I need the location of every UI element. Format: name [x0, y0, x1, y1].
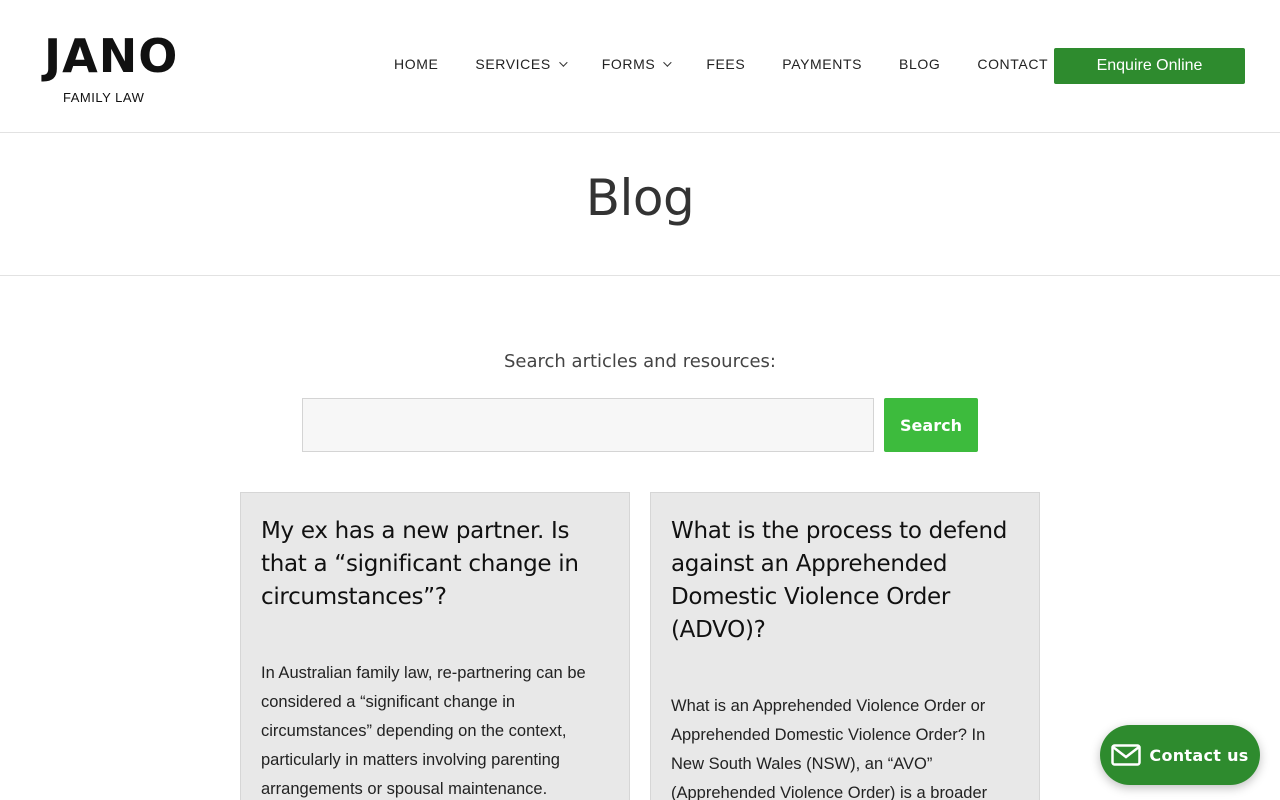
post-title[interactable]: My ex has a new partner. Is that a “sign… — [261, 515, 609, 614]
chevron-down-icon — [558, 58, 568, 67]
nav-blog[interactable]: BLOG — [899, 56, 940, 72]
search-button[interactable]: Search — [884, 398, 978, 452]
post-excerpt: What is an Apprehended Violence Order or… — [671, 697, 988, 800]
logo-mark: JANO — [44, 29, 179, 83]
search-label: Search articles and resources: — [503, 351, 776, 372]
nav-fees[interactable]: FEES — [706, 56, 745, 72]
nav-services-label: SERVICES — [475, 56, 551, 72]
post-title[interactable]: What is the process to defend against an… — [671, 515, 1019, 647]
nav-contact-label: CONTACT — [977, 56, 1049, 72]
site-logo[interactable]: JANO FAMILY LAW — [44, 30, 177, 110]
search-input[interactable] — [302, 398, 874, 452]
nav-fees-label: FEES — [706, 56, 746, 72]
nav-forms[interactable]: FORMS — [601, 56, 672, 72]
main-nav: HOME SERVICES FORMS FEES PAYMENTS BLOG C… — [394, 53, 1048, 75]
site-header: JANO FAMILY LAW HOME SERVICES FORMS FEES… — [0, 0, 1280, 133]
blog-post-card[interactable]: What is the process to defend against an… — [650, 492, 1040, 800]
enquire-online-button[interactable]: Enquire Online — [1054, 48, 1245, 84]
logo-subtitle: FAMILY LAW — [63, 90, 145, 105]
nav-home[interactable]: HOME — [394, 56, 438, 72]
chevron-down-icon — [663, 58, 672, 67]
page-title-band: Blog — [0, 133, 1280, 276]
page-title: Blog — [585, 169, 695, 227]
nav-forms-label: FORMS — [601, 56, 656, 72]
contact-us-label: Contact us — [1149, 745, 1249, 765]
nav-blog-label: BLOG — [899, 56, 941, 72]
envelope-icon — [1111, 744, 1142, 766]
nav-home-label: HOME — [394, 56, 439, 72]
contact-us-widget[interactable]: Contact us — [1100, 725, 1260, 785]
nav-services[interactable]: SERVICES — [475, 56, 568, 72]
post-excerpt: In Australian family law, re-partnering … — [261, 664, 586, 798]
nav-payments[interactable]: PAYMENTS — [782, 56, 862, 72]
blog-post-card[interactable]: My ex has a new partner. Is that a “sign… — [240, 492, 630, 800]
nav-contact[interactable]: CONTACT — [977, 56, 1048, 72]
nav-payments-label: PAYMENTS — [782, 56, 863, 72]
